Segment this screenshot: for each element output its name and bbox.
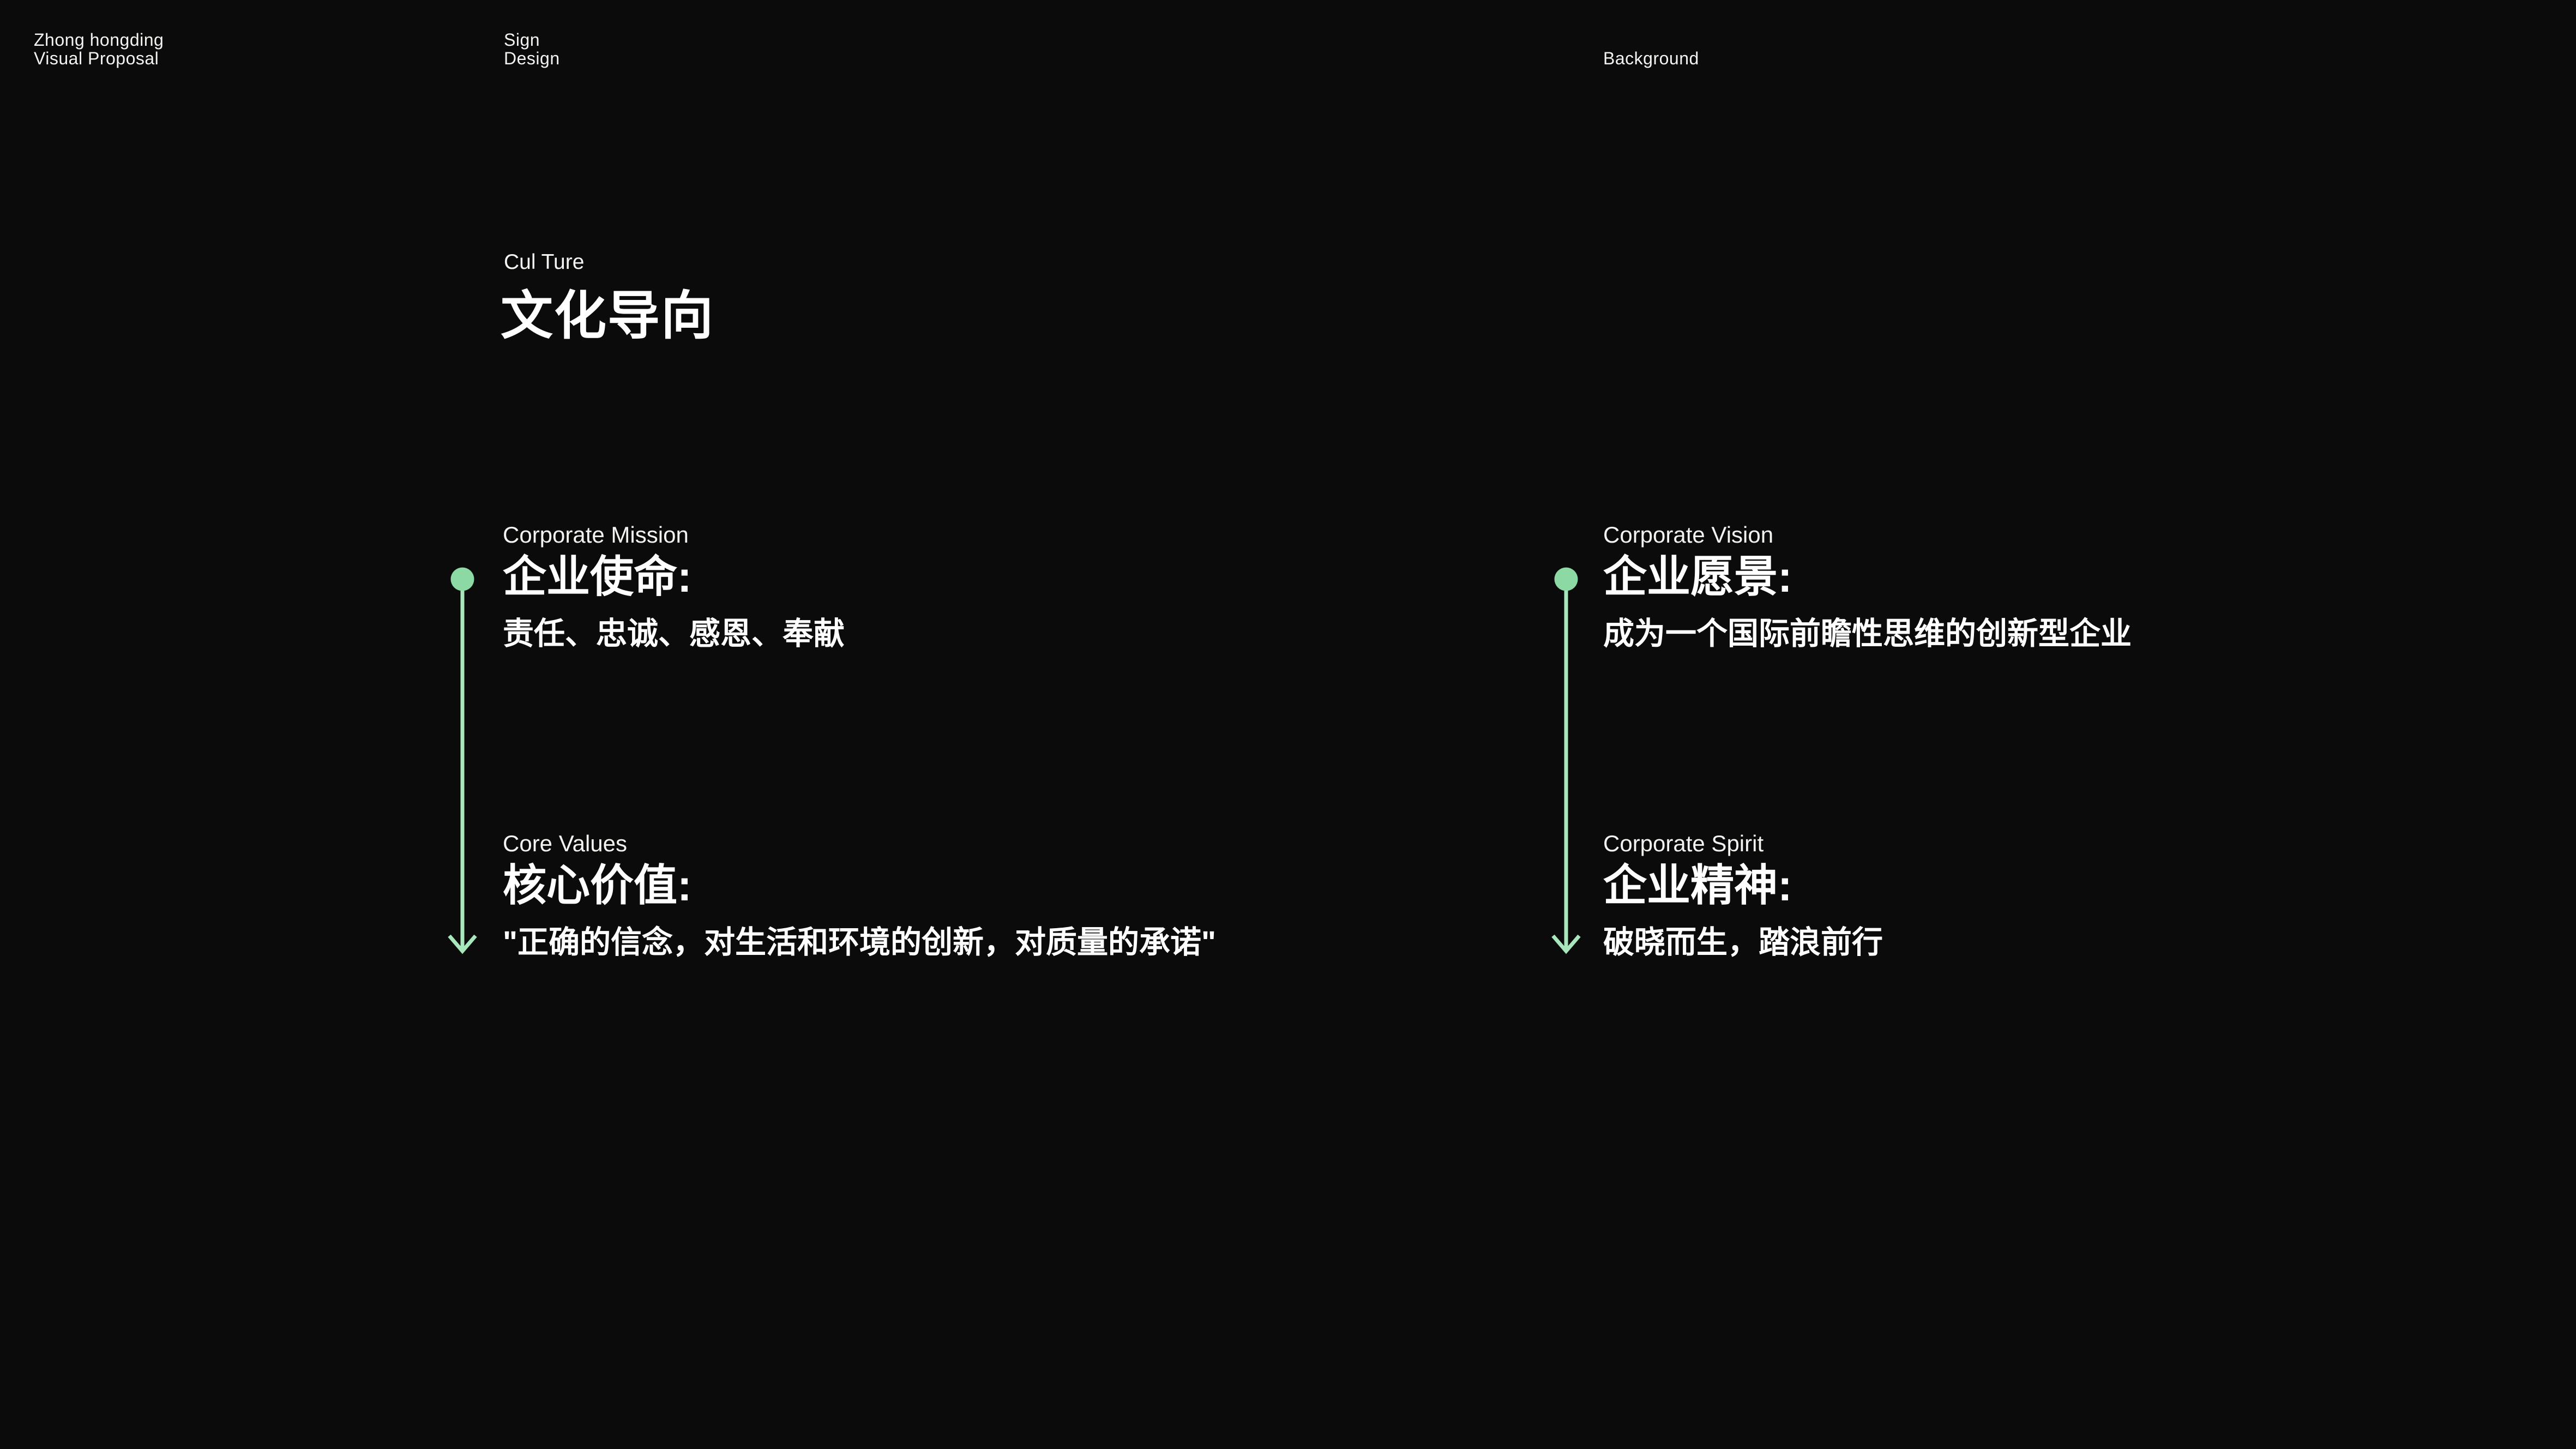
section-body: 成为一个国际前瞻性思维的创新型企业	[1603, 615, 2530, 652]
brand-block: Zhong hongding Visual Proposal	[34, 31, 164, 68]
brand-line-1: Zhong hongding	[34, 31, 164, 49]
section-heading: 企业愿景:	[1603, 551, 2530, 603]
flow-arrow-right-icon	[1550, 565, 1582, 955]
section-label: Background	[1603, 49, 1699, 68]
section-heading: 企业使命:	[503, 551, 1430, 603]
doc-line-2: Design	[504, 49, 560, 68]
section-body: 破晓而生，踏浪前行	[1603, 924, 2530, 961]
flow-origin-dot-icon	[1555, 568, 1578, 591]
section-core-values: Core Values 核心价值: "正确的信念，对生活和环境的创新，对质量的承…	[503, 830, 1430, 961]
section-body: 责任、忠诚、感恩、奉献	[503, 615, 1430, 652]
flow-origin-dot-icon	[451, 568, 474, 591]
brand-line-2: Visual Proposal	[34, 49, 164, 68]
doc-type-block: Sign Design	[504, 31, 560, 68]
section-label-en: Corporate Vision	[1603, 521, 2530, 549]
section-label-en: Corporate Mission	[503, 521, 1430, 549]
section-corporate-mission: Corporate Mission 企业使命: 责任、忠诚、感恩、奉献	[503, 521, 1430, 652]
slide-background: Zhong hongding Visual Proposal Sign Desi…	[0, 0, 2576, 1449]
section-label-en: Core Values	[503, 830, 1430, 857]
section-corporate-spirit: Corporate Spirit 企业精神: 破晓而生，踏浪前行	[1603, 830, 2530, 961]
section-heading: 核心价值:	[503, 859, 1430, 912]
doc-line-1: Sign	[504, 31, 560, 49]
title-eyebrow: Cul Ture	[504, 250, 584, 275]
section-body: "正确的信念，对生活和环境的创新，对质量的承诺"	[503, 924, 1430, 961]
section-corporate-vision: Corporate Vision 企业愿景: 成为一个国际前瞻性思维的创新型企业	[1603, 521, 2530, 652]
section-heading: 企业精神:	[1603, 859, 2530, 912]
flow-arrow-left-icon	[447, 565, 478, 955]
page-title: 文化导向	[501, 280, 714, 352]
section-label-en: Corporate Spirit	[1603, 830, 2530, 857]
